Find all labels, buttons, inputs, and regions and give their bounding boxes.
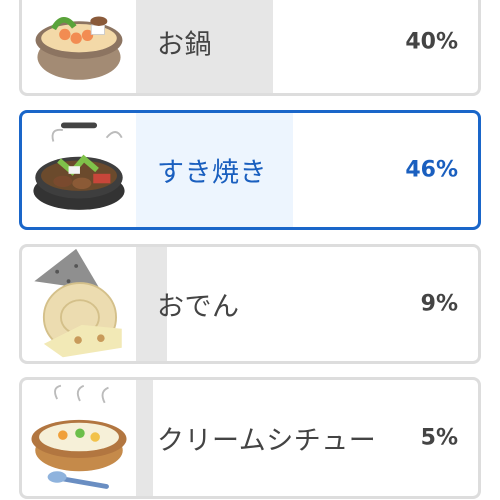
option-label: すき焼き <box>157 157 267 189</box>
option-label: おでん <box>157 291 240 323</box>
oden-icon <box>22 247 136 361</box>
result-bar <box>136 380 153 496</box>
poll-option-onabe[interactable]: お鍋 40% <box>19 0 481 96</box>
poll-option-sukiyaki[interactable]: すき焼き 46% <box>19 110 481 230</box>
poll-option-cream-stew[interactable]: クリームシチュー 5% <box>19 377 481 499</box>
poll-option-oden[interactable]: おでん 9% <box>19 244 481 364</box>
sukiyaki-icon <box>22 113 136 227</box>
option-percent: 40% <box>405 29 458 55</box>
poll-results: お鍋 40% すき焼き 46% おでん 9% クリームシチュー 5% <box>0 0 500 500</box>
option-label: クリームシチュー <box>157 425 377 457</box>
cream-stew-icon <box>22 380 136 496</box>
option-percent: 9% <box>420 291 458 317</box>
hot-pot-icon <box>22 0 136 93</box>
option-percent: 5% <box>420 425 458 451</box>
option-percent: 46% <box>405 157 458 183</box>
option-label: お鍋 <box>157 29 212 61</box>
